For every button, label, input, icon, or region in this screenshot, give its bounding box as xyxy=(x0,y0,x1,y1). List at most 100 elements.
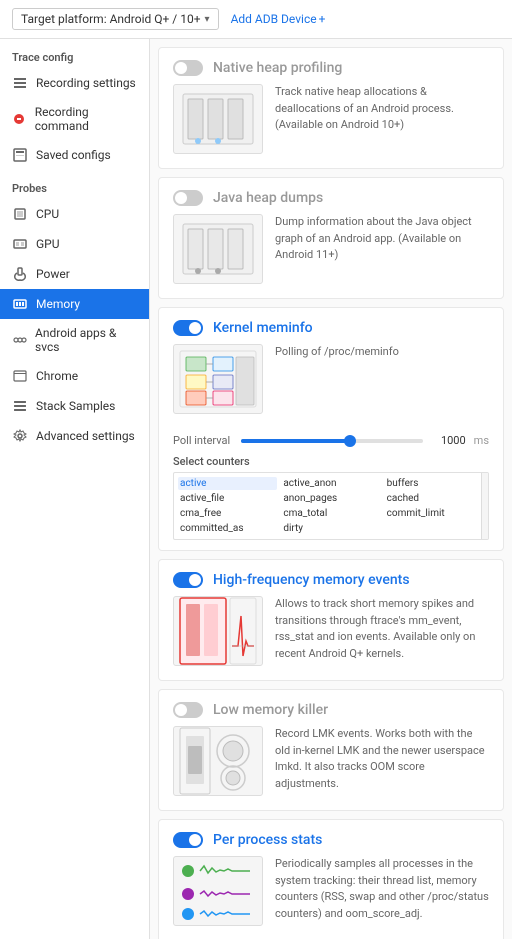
kernel-meminfo-desc: Polling of /proc/meminfo xyxy=(275,344,489,414)
power-label: Power xyxy=(36,267,70,281)
per-process-card: Per process stats Per xyxy=(158,819,504,939)
android-apps-icon xyxy=(12,332,27,348)
java-heap-image xyxy=(173,214,263,284)
recording-command-label: Recording command xyxy=(35,105,137,133)
main-content: Native heap profiling Track native heap … xyxy=(150,39,512,939)
kernel-meminfo-toggle[interactable] xyxy=(173,320,203,336)
counter-active-anon[interactable]: active_anon xyxy=(281,477,380,490)
kernel-meminfo-title: Kernel meminfo xyxy=(213,320,313,336)
low-memory-image xyxy=(173,726,263,796)
java-heap-title: Java heap dumps xyxy=(213,190,323,206)
chrome-icon xyxy=(12,368,28,384)
per-process-title: Per process stats xyxy=(213,832,322,848)
memory-label: Memory xyxy=(36,297,80,311)
per-process-image xyxy=(173,856,263,926)
native-heap-toggle[interactable] xyxy=(173,60,203,76)
native-heap-image xyxy=(173,84,263,154)
counter-cma-free[interactable]: cma_free xyxy=(178,507,277,520)
counter-buffers[interactable]: buffers xyxy=(385,477,484,490)
sidebar-item-gpu[interactable]: GPU xyxy=(0,229,149,259)
kernel-meminfo-card: Kernel meminfo xyxy=(158,307,504,551)
high-freq-card: High-frequency memory events Allows to t… xyxy=(158,559,504,681)
native-heap-card: Native heap profiling Track native heap … xyxy=(158,47,504,169)
java-heap-body: Dump information about the Java object g… xyxy=(159,214,503,298)
recording-settings-icon xyxy=(12,75,28,91)
gpu-label: GPU xyxy=(36,237,60,251)
trace-config-label: Trace config xyxy=(0,39,149,68)
low-memory-header: Low memory killer xyxy=(159,690,503,726)
high-freq-header: High-frequency memory events xyxy=(159,560,503,596)
sidebar-item-stack-samples[interactable]: Stack Samples xyxy=(0,391,149,421)
counter-cma-total[interactable]: cma_total xyxy=(281,507,380,520)
top-bar: Target platform: Android Q+ / 10+ ▾ Add … xyxy=(0,0,512,39)
saved-configs-label: Saved configs xyxy=(36,148,111,162)
counter-active-file[interactable]: active_file xyxy=(178,492,277,505)
kernel-meminfo-counters-section: Select counters active active_anon buffe… xyxy=(159,451,503,550)
high-freq-image xyxy=(173,596,263,666)
low-memory-toggle[interactable] xyxy=(173,702,203,718)
stack-samples-label: Stack Samples xyxy=(36,399,115,413)
high-freq-toggle[interactable] xyxy=(173,572,203,588)
low-memory-desc: Record LMK events. Works both with the o… xyxy=(275,726,489,796)
power-icon xyxy=(12,266,28,282)
cpu-icon xyxy=(12,206,28,222)
add-adb-label: Add ADB Device xyxy=(231,12,317,26)
java-heap-card: Java heap dumps Dump information about t… xyxy=(158,177,504,299)
sidebar-item-chrome[interactable]: Chrome xyxy=(0,361,149,391)
chevron-down-icon: ▾ xyxy=(205,14,210,25)
kernel-meminfo-counters-grid: active active_anon buffers active_file a… xyxy=(173,472,489,540)
sidebar-item-saved-configs[interactable]: Saved configs xyxy=(0,140,149,170)
counter-active[interactable]: active xyxy=(178,477,277,490)
kernel-meminfo-poll-value: 1000 xyxy=(431,434,466,447)
native-heap-body: Track native heap allocations & dealloca… xyxy=(159,84,503,168)
memory-icon xyxy=(12,296,28,312)
gear-icon xyxy=(12,428,28,444)
advanced-settings-label: Advanced settings xyxy=(36,429,135,443)
native-heap-title: Native heap profiling xyxy=(213,60,342,76)
gpu-icon xyxy=(12,236,28,252)
counter-dirty[interactable]: dirty xyxy=(281,522,380,535)
low-memory-title: Low memory killer xyxy=(213,702,328,718)
sidebar-item-android-apps[interactable]: Android apps & svcs xyxy=(0,319,149,361)
java-heap-desc: Dump information about the Java object g… xyxy=(275,214,489,284)
android-apps-label: Android apps & svcs xyxy=(35,326,137,354)
per-process-toggle[interactable] xyxy=(173,832,203,848)
platform-select[interactable]: Target platform: Android Q+ / 10+ ▾ xyxy=(12,8,219,30)
stack-samples-icon xyxy=(12,398,28,414)
counter-committed-as[interactable]: committed_as xyxy=(178,522,277,535)
counter-commit-limit[interactable]: commit_limit xyxy=(385,507,484,520)
platform-label: Target platform: Android Q+ / 10+ xyxy=(21,12,201,26)
high-freq-body: Allows to track short memory spikes and … xyxy=(159,596,503,680)
per-process-header: Per process stats xyxy=(159,820,503,856)
slider-thumb xyxy=(344,435,356,447)
high-freq-desc: Allows to track short memory spikes and … xyxy=(275,596,489,666)
sidebar-item-cpu[interactable]: CPU xyxy=(0,199,149,229)
sidebar-item-recording-command[interactable]: Recording command xyxy=(0,98,149,140)
per-process-desc: Periodically samples all processes in th… xyxy=(275,856,489,926)
kernel-meminfo-poll-label: Poll interval xyxy=(173,434,233,447)
probes-label: Probes xyxy=(0,170,149,199)
per-process-body: Periodically samples all processes in th… xyxy=(159,856,503,939)
native-heap-header: Native heap profiling xyxy=(159,48,503,84)
kernel-meminfo-poll-unit: ms xyxy=(474,434,489,447)
add-adb-button[interactable]: Add ADB Device + xyxy=(231,12,326,26)
sidebar-item-power[interactable]: Power xyxy=(0,259,149,289)
low-memory-body: Record LMK events. Works both with the o… xyxy=(159,726,503,810)
sidebar: Trace config Recording settings Recordin… xyxy=(0,39,150,939)
kernel-meminfo-slider[interactable] xyxy=(241,439,423,443)
plus-icon: + xyxy=(319,12,326,26)
java-heap-toggle[interactable] xyxy=(173,190,203,206)
main-layout: Trace config Recording settings Recordin… xyxy=(0,39,512,939)
kernel-meminfo-header: Kernel meminfo xyxy=(159,308,503,344)
slider-fill xyxy=(241,439,350,443)
chrome-label: Chrome xyxy=(36,369,78,383)
sidebar-item-memory[interactable]: Memory xyxy=(0,289,149,319)
saved-configs-icon xyxy=(12,147,28,163)
counter-cached[interactable]: cached xyxy=(385,492,484,505)
sidebar-item-recording-settings[interactable]: Recording settings xyxy=(0,68,149,98)
counter-anon-pages[interactable]: anon_pages xyxy=(281,492,380,505)
kernel-meminfo-image xyxy=(173,344,263,414)
sidebar-item-advanced-settings[interactable]: Advanced settings xyxy=(0,421,149,451)
recording-command-icon xyxy=(12,111,27,127)
java-heap-header: Java heap dumps xyxy=(159,178,503,214)
